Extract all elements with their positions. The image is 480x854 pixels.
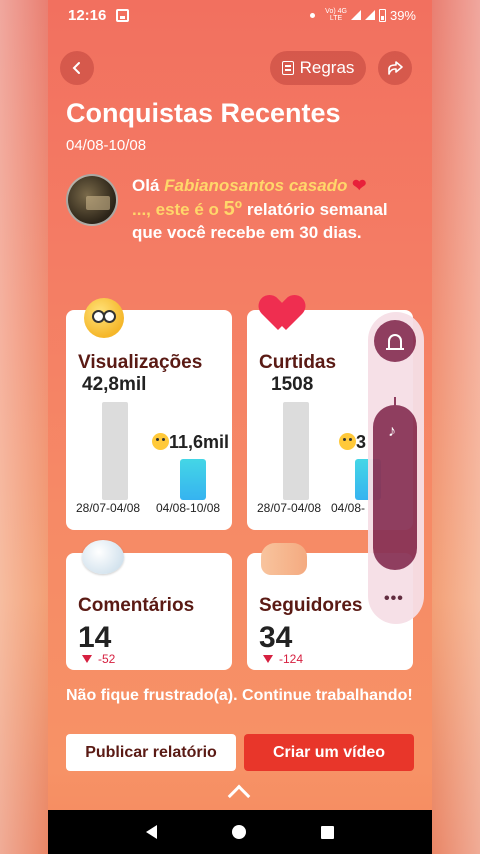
followers-delta: -124 xyxy=(263,652,303,666)
comments-delta: -52 xyxy=(82,652,115,666)
comments-value: 14 xyxy=(78,621,112,654)
views-previous-bar xyxy=(102,402,128,500)
followers-label: Seguidores xyxy=(259,595,363,616)
publish-report-button[interactable]: Publicar relatório xyxy=(66,734,236,771)
background-right xyxy=(432,0,480,854)
battery-icon xyxy=(378,8,386,22)
heart-icon: ❤ xyxy=(352,176,367,195)
heart-decoration-icon xyxy=(262,296,302,332)
bell-button[interactable] xyxy=(374,320,416,362)
encouragement-text: Não fique frustrado(a). Continue trabalh… xyxy=(66,687,413,704)
signal-icon xyxy=(350,10,361,20)
signal-icon-2 xyxy=(364,10,375,20)
chevron-up-icon[interactable] xyxy=(227,784,251,808)
floating-side-panel: ♪ ••• xyxy=(368,312,424,624)
rules-label: Regras xyxy=(299,58,355,77)
create-video-button[interactable]: Criar um vídeo xyxy=(244,734,414,771)
report-ordinal: 5º xyxy=(223,197,243,220)
surprised-face-icon xyxy=(84,298,124,338)
status-time: 12:16 xyxy=(68,6,107,24)
chevron-left-icon xyxy=(72,62,80,74)
followers-value: 34 xyxy=(259,621,293,654)
likes-current-value: 3 xyxy=(339,432,366,453)
document-icon xyxy=(281,61,294,75)
likes-current-period: 04/08- xyxy=(331,501,366,515)
shocked-face-icon xyxy=(152,433,169,450)
system-navigation-bar xyxy=(48,810,432,854)
date-range: 04/08-10/08 xyxy=(66,137,147,154)
gallery-icon xyxy=(116,8,130,22)
down-triangle-icon xyxy=(82,655,92,663)
back-button[interactable] xyxy=(60,51,94,85)
status-bar: 12:16 Vo) 4G LTE 39% xyxy=(48,0,432,30)
views-previous-period: 28/07-04/08 xyxy=(76,501,141,515)
nav-recents-icon[interactable] xyxy=(321,825,335,839)
app-screen: 12:16 Vo) 4G LTE 39% Regras Conquistas R… xyxy=(48,0,432,854)
nav-home-icon[interactable] xyxy=(231,825,246,839)
speech-bubble-icon xyxy=(82,540,124,574)
share-button[interactable] xyxy=(378,51,412,85)
more-options-button[interactable]: ••• xyxy=(384,590,404,608)
network-label: Vo) 4G LTE xyxy=(325,8,347,22)
share-arrow-icon xyxy=(388,61,403,75)
views-current-value: 11,6mil xyxy=(152,432,229,453)
music-volume-slider[interactable]: ♪ xyxy=(373,397,417,570)
views-card[interactable]: Visualizações 42,8mil 11,6mil 28/07-04/0… xyxy=(66,310,232,530)
music-note-icon: ♪ xyxy=(388,423,396,440)
bell-icon xyxy=(386,334,404,350)
comments-label: Comentários xyxy=(78,595,195,616)
rules-button[interactable]: Regras xyxy=(270,51,366,85)
down-triangle-icon xyxy=(263,655,273,663)
nav-back-icon[interactable] xyxy=(145,825,157,839)
battery-percent: 39% xyxy=(389,7,416,23)
handshake-icon xyxy=(261,543,307,575)
user-name: Fabianosantos casado xyxy=(164,176,348,195)
page-title: Conquistas Recentes xyxy=(66,98,341,128)
shocked-face-icon xyxy=(339,433,356,450)
status-indicators: Vo) 4G LTE 39% xyxy=(310,8,416,23)
likes-previous-period: 28/07-04/08 xyxy=(257,501,322,515)
likes-previous-bar xyxy=(283,402,309,500)
likes-previous-value: 1508 xyxy=(271,374,314,395)
avatar[interactable] xyxy=(66,174,118,226)
greeting-text: Olá Fabianosantos casado ❤ ..., este é o… xyxy=(132,176,388,242)
views-previous-value: 42,8mil xyxy=(82,374,147,395)
views-current-period: 04/08-10/08 xyxy=(156,501,221,515)
likes-label: Curtidas xyxy=(259,352,337,373)
views-current-bar xyxy=(180,459,206,500)
notification-dot-icon xyxy=(310,12,316,18)
views-label: Visualizações xyxy=(78,352,203,373)
